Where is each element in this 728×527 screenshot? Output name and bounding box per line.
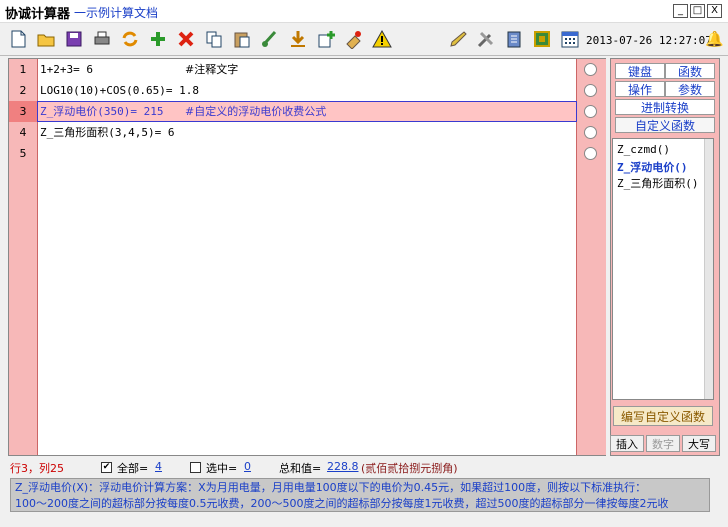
sum-value: 228.8 — [327, 460, 359, 473]
line-code[interactable]: LOG10(10)+COS(0.65)= 1.8 — [40, 80, 199, 101]
function-item[interactable]: Z_czmd() — [617, 143, 670, 156]
sum-chinese: (贰佰贰拾捌元捌角) — [361, 462, 458, 475]
all-count: 4 — [155, 460, 162, 473]
function-list-scrollbar[interactable] — [704, 139, 713, 399]
all-label: 全部= — [117, 462, 149, 475]
function-item[interactable]: Z_三角形面积() — [617, 175, 699, 191]
selected-label: 选中= — [206, 462, 238, 475]
operation-button[interactable]: 操作 — [615, 81, 665, 97]
description-line: 100～200度之间的超标部分按每度0.5元收费，200～500度之间的超标部分… — [15, 497, 669, 510]
line-radio[interactable] — [584, 63, 597, 76]
brush-icon[interactable] — [258, 27, 282, 51]
tab-insert[interactable]: 插入 — [610, 435, 644, 452]
line-comment[interactable]: #注释文字 — [185, 59, 238, 80]
write-custom-function-button[interactable]: 编写自定义函数 — [613, 406, 713, 426]
app-title: 协诚计算器 — [5, 7, 71, 22]
description-line: Z_浮动电价(X)：浮动电价计算方案：X为月用电量，月用电量100度以下的电价为… — [15, 481, 647, 494]
base-convert-button[interactable]: 进制转换 — [615, 99, 715, 115]
sum-label: 总和值= — [279, 462, 322, 475]
paste-icon[interactable] — [230, 27, 254, 51]
editor-line[interactable]: 2 LOG10(10)+COS(0.65)= 1.8 — [9, 80, 605, 101]
selected-checkbox[interactable] — [190, 462, 201, 473]
editor-line[interactable]: 5 — [9, 143, 605, 164]
bell-icon[interactable]: 🔔 — [705, 30, 724, 48]
params-button[interactable]: 参数 — [665, 81, 715, 97]
line-number: 4 — [19, 126, 27, 139]
new-file-icon[interactable] — [6, 27, 30, 51]
download-icon[interactable] — [286, 27, 310, 51]
chip-icon[interactable] — [530, 27, 554, 51]
all-checkbox[interactable]: ✔ — [101, 462, 112, 473]
refresh-icon[interactable] — [118, 27, 142, 51]
tab-digits[interactable]: 数字 — [646, 435, 680, 452]
document-title: 一示例计算文档 — [74, 6, 159, 20]
custom-function-list[interactable]: Z_czmd() Z_浮动电价() Z_三角形面积() — [612, 138, 714, 400]
copy-icon[interactable] — [202, 27, 226, 51]
add-icon[interactable] — [146, 27, 170, 51]
editor-line-selected[interactable]: 3 Z_浮动电价(350)= 215 #自定义的浮动电价收费公式 — [9, 101, 605, 122]
input-mode-tabs: 插入 数字 大写 — [610, 435, 720, 453]
line-radio[interactable] — [584, 147, 597, 160]
formula-editor[interactable]: 1 1+2+3= 6 #注释文字 2 LOG10(10)+COS(0.65)= … — [8, 58, 606, 456]
status-bar: 行3，列25 ✔ 全部= 4 选中= 0 总和值= 228.8 (贰佰贰拾捌元捌… — [0, 458, 728, 476]
datetime-display: 2013-07-26 12:27:07 — [586, 34, 712, 47]
line-code[interactable]: Z_浮动电价(350)= 215 — [40, 101, 163, 122]
toolbar: 2013-07-26 12:27:07 🔔 — [0, 23, 728, 56]
editor-line[interactable]: 1 1+2+3= 6 #注释文字 — [9, 59, 605, 80]
line-number: 5 — [19, 147, 27, 160]
warning-icon[interactable] — [370, 27, 394, 51]
line-radio[interactable] — [584, 126, 597, 139]
maximize-button[interactable]: □ — [690, 4, 705, 18]
notebook-icon[interactable] — [502, 27, 526, 51]
pen-icon[interactable] — [446, 27, 470, 51]
save-icon[interactable] — [62, 27, 86, 51]
keyboard-button[interactable]: 键盘 — [615, 63, 665, 79]
open-folder-icon[interactable] — [34, 27, 58, 51]
delete-icon[interactable] — [174, 27, 198, 51]
line-radio[interactable] — [584, 105, 597, 118]
line-code[interactable]: Z_三角形面积(3,4,5)= 6 — [40, 122, 174, 143]
row-col-indicator: 行3，列25 — [10, 462, 64, 475]
function-description: Z_浮动电价(X)：浮动电价计算方案：X为月用电量，月用电量100度以下的电价为… — [10, 478, 710, 512]
window-controls: _ □ X — [673, 4, 722, 18]
function-button[interactable]: 函数 — [665, 63, 715, 79]
stamp-icon[interactable] — [342, 27, 366, 51]
line-comment[interactable]: #自定义的浮动电价收费公式 — [185, 101, 326, 122]
editor-line[interactable]: 4 Z_三角形面积(3,4,5)= 6 — [9, 122, 605, 143]
line-number: 3 — [9, 101, 37, 122]
line-number: 1 — [19, 63, 27, 76]
custom-function-tab[interactable]: 自定义函数 — [615, 117, 715, 133]
minimize-button[interactable]: _ — [673, 4, 688, 18]
calendar-icon[interactable] — [558, 27, 582, 51]
tools-icon[interactable] — [474, 27, 498, 51]
print-icon[interactable] — [90, 27, 114, 51]
title-bar: 协诚计算器 一示例计算文档 _ □ X — [0, 0, 728, 23]
tab-uppercase[interactable]: 大写 — [682, 435, 716, 452]
close-button[interactable]: X — [707, 4, 722, 18]
line-number: 2 — [19, 84, 27, 97]
line-radio[interactable] — [584, 84, 597, 97]
line-code[interactable]: 1+2+3= 6 — [40, 59, 93, 80]
insert-icon[interactable] — [314, 27, 338, 51]
function-item-selected[interactable]: Z_浮动电价() — [617, 159, 688, 175]
selected-count: 0 — [244, 460, 251, 473]
